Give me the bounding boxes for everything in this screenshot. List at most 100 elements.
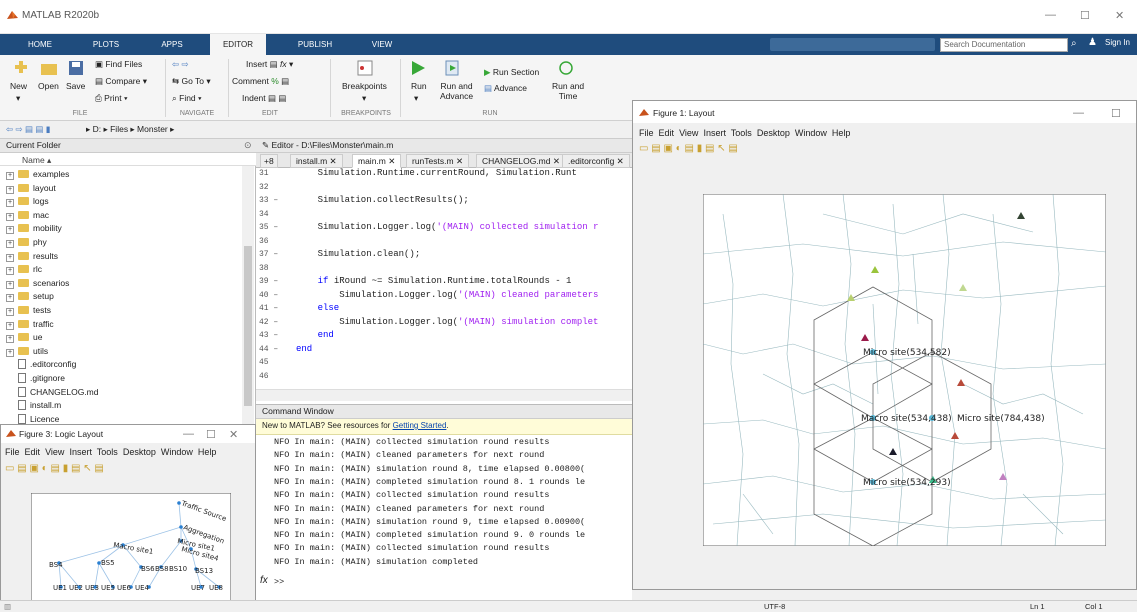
sign-in-link[interactable]: Sign In	[1105, 38, 1130, 47]
figure1-minimize-icon[interactable]: —	[1073, 107, 1084, 119]
tab-editor[interactable]: EDITOR	[210, 34, 266, 55]
code-line[interactable]: Simulation.Logger.log('(MAIN) collected …	[296, 222, 599, 232]
minimize-icon[interactable]: —	[1045, 9, 1056, 21]
new-button[interactable]: New	[10, 81, 27, 91]
expand-icon[interactable]: +	[6, 212, 14, 221]
menu-insert[interactable]: Insert	[703, 128, 726, 138]
code-line[interactable]: Simulation.clean();	[296, 249, 421, 259]
folder-item[interactable]: + ue	[6, 332, 42, 344]
breakpoints-button[interactable]: Breakpoints	[342, 81, 387, 91]
figure3-toolbar-icons[interactable]: ▭ ▤ ▣ ◐ ▤ ▮ ▤ ↖ ▤	[5, 463, 104, 474]
expand-icon[interactable]: +	[6, 321, 14, 330]
file-item[interactable]: .gitignore	[6, 373, 65, 385]
bell-icon[interactable]: ♟	[1088, 37, 1097, 48]
menu-desktop[interactable]: Desktop	[757, 128, 790, 138]
folder-item[interactable]: + mobility	[6, 223, 62, 235]
folder-item[interactable]: + logs	[6, 196, 49, 208]
code-line[interactable]: Simulation.Logger.log('(MAIN) simulation…	[296, 317, 598, 327]
menu-tools[interactable]: Tools	[97, 447, 118, 457]
code-line[interactable]: Simulation.collectResults();	[296, 195, 469, 205]
figure1-maximize-icon[interactable]: ☐	[1111, 107, 1121, 120]
menu-insert[interactable]: Insert	[69, 447, 92, 457]
folder-item[interactable]: + layout	[6, 183, 56, 195]
expand-icon[interactable]: +	[6, 240, 14, 248]
close-icon[interactable]: ✕	[1115, 9, 1124, 22]
menu-help[interactable]: Help	[832, 128, 851, 138]
tab-home[interactable]: HOME	[18, 34, 62, 55]
print-button[interactable]: ⎙ Print ▾	[95, 93, 128, 104]
menu-window[interactable]: Window	[795, 128, 827, 138]
folder-item[interactable]: + tests	[6, 305, 51, 317]
menu-view[interactable]: View	[679, 128, 698, 138]
run-and-advance-button[interactable]: Run and Advance	[440, 81, 473, 101]
editor-tab-main[interactable]: main.m ✕	[352, 154, 402, 168]
run-and-time-button[interactable]: Run and Time	[552, 81, 584, 101]
advance-button[interactable]: ▤ Advance	[484, 83, 527, 94]
expand-icon[interactable]: +	[6, 335, 14, 344]
folder-item[interactable]: + results	[6, 251, 58, 263]
go-to-button[interactable]: ⇆ Go To ▾	[172, 76, 211, 87]
menu-file[interactable]: File	[639, 128, 654, 138]
expand-icon[interactable]: +	[6, 226, 14, 235]
folder-scrollbar[interactable]	[242, 166, 254, 424]
code-line[interactable]: Simulation.Runtime.currentRound, Simulat…	[296, 168, 577, 178]
expand-icon[interactable]: +	[6, 267, 14, 276]
find-files-button[interactable]: ▣ Find Files	[95, 59, 142, 70]
expand-icon[interactable]: +	[6, 308, 14, 316]
menu-file[interactable]: File	[5, 447, 20, 457]
quick-access-toolbar[interactable]	[770, 38, 935, 51]
current-path[interactable]: ▸ D: ▸ Files ▸ Monster ▸	[86, 124, 174, 135]
editor-hscrollbar[interactable]	[256, 389, 632, 401]
tab-publish[interactable]: PUBLISH	[288, 34, 342, 55]
menu-edit[interactable]: Edit	[25, 447, 41, 457]
tab-apps[interactable]: APPS	[150, 34, 194, 55]
folder-item[interactable]: + examples	[6, 169, 69, 181]
menu-tools[interactable]: Tools	[731, 128, 752, 138]
find-button[interactable]: ⌕ Find ▾	[172, 93, 202, 104]
code-line[interactable]: end	[296, 344, 312, 354]
figure1-toolbar-icons[interactable]: ▭ ▤ ▣ ◐ ▤ ▮ ▤ ↖ ▤	[639, 143, 738, 154]
code-line[interactable]: Simulation.Logger.log('(MAIN) cleaned pa…	[296, 290, 598, 300]
nav-arrows-icon[interactable]: ⇦ ⇨ ▤ ▤ ▮	[6, 124, 50, 135]
menu-help[interactable]: Help	[198, 447, 217, 457]
search-icon[interactable]: ⌕	[1071, 38, 1077, 49]
folder-item[interactable]: + utils	[6, 346, 48, 358]
back-forward-icon[interactable]: ⇦ ⇨	[172, 59, 189, 70]
run-button[interactable]: Run	[411, 81, 427, 91]
maximize-icon[interactable]: ☐	[1080, 9, 1090, 22]
file-item[interactable]: install.m	[6, 400, 61, 412]
indent-button[interactable]: Indent ▤ ▤	[242, 93, 286, 104]
editor-tab-install[interactable]: install.m ✕	[290, 154, 343, 168]
menu-window[interactable]: Window	[161, 447, 193, 457]
expand-icon[interactable]: +	[6, 172, 14, 180]
folder-item[interactable]: + scenarios	[6, 278, 69, 290]
file-item[interactable]: CHANGELOG.md	[6, 386, 99, 399]
expand-icon[interactable]: +	[6, 294, 14, 303]
editor-tab-overflow[interactable]: +8	[260, 154, 278, 168]
run-section-button[interactable]: ▶ Run Section	[484, 67, 539, 78]
save-button[interactable]: Save	[66, 81, 85, 91]
expand-icon[interactable]: +	[6, 253, 14, 262]
file-item[interactable]: .editorconfig	[6, 359, 76, 371]
code-line[interactable]: end	[296, 330, 334, 340]
getting-started-link[interactable]: Getting Started	[393, 421, 447, 430]
code-line[interactable]: if iRound ~= Simulation.Runtime.totalRou…	[296, 276, 572, 286]
command-prompt[interactable]: >>	[274, 577, 284, 587]
figure3-close-icon[interactable]: ✕	[229, 428, 238, 441]
folder-item[interactable]: + setup	[6, 291, 54, 303]
menu-view[interactable]: View	[45, 447, 64, 457]
code-line[interactable]: else	[296, 303, 340, 313]
expand-icon[interactable]: +	[6, 280, 14, 289]
search-documentation-input[interactable]: Search Documentation	[940, 38, 1068, 52]
name-column-header[interactable]: Name ▴	[22, 155, 51, 166]
folder-item[interactable]: + rlc	[6, 264, 42, 276]
editor-tab-changelog[interactable]: CHANGELOG.md ✕	[476, 154, 566, 168]
menu-edit[interactable]: Edit	[659, 128, 675, 138]
figure3-maximize-icon[interactable]: ☐	[206, 428, 216, 441]
menu-desktop[interactable]: Desktop	[123, 447, 156, 457]
open-button[interactable]: Open	[38, 81, 59, 91]
expand-icon[interactable]: +	[6, 348, 14, 357]
editor-tab-runtests[interactable]: runTests.m ✕	[406, 154, 470, 168]
expand-icon[interactable]: +	[6, 185, 14, 194]
expand-icon[interactable]: +	[6, 199, 14, 208]
